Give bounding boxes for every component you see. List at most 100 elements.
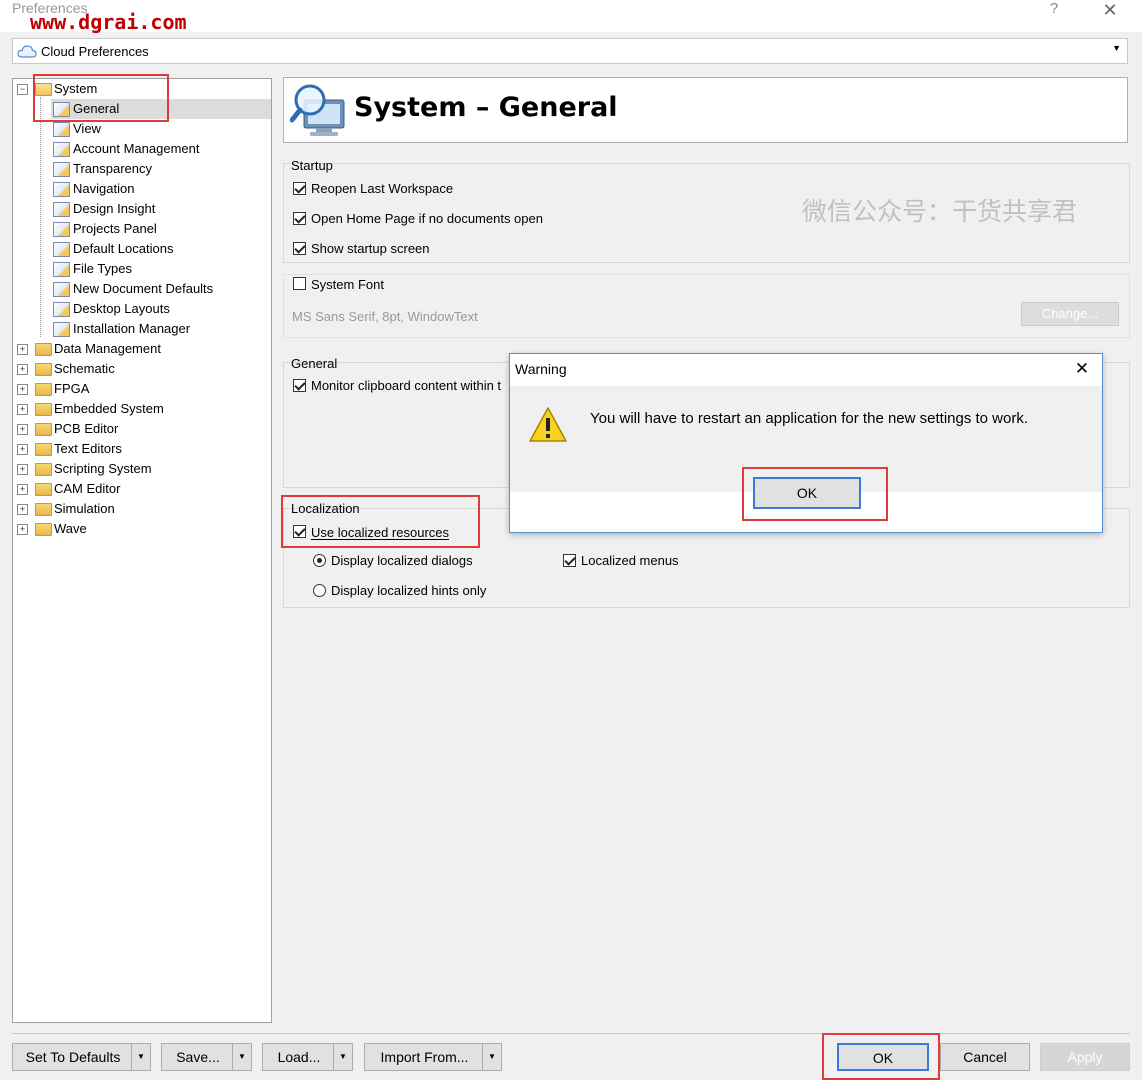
tree-item-label: Embedded System	[54, 401, 164, 416]
startup-option-label: Open Home Page if no documents open	[311, 211, 543, 226]
tree-item-label: Account Management	[73, 141, 200, 156]
watermark-url: www.dgrai.com	[30, 10, 187, 34]
settings-page-icon	[53, 122, 70, 137]
cloud-preferences-dropdown[interactable]: Cloud Preferences ▼	[12, 38, 1128, 64]
expand-icon[interactable]: +	[17, 404, 28, 415]
startup-option-label: Reopen Last Workspace	[311, 181, 454, 196]
folder-icon	[35, 463, 52, 476]
tree-item-schematic[interactable]: + Schematic	[17, 359, 267, 379]
cloud-icon	[17, 45, 37, 58]
tree-item-fpga[interactable]: + FPGA	[17, 379, 267, 399]
expand-icon[interactable]: +	[17, 484, 28, 495]
settings-page-icon	[53, 322, 70, 337]
display-localized-hints-radio[interactable]	[313, 584, 326, 597]
startup-option-checkbox[interactable]	[293, 212, 306, 225]
tree-item-system[interactable]: − System	[17, 79, 267, 99]
ok-button[interactable]: OK	[837, 1043, 929, 1071]
tree-item-installation-manager[interactable]: Installation Manager	[51, 319, 261, 339]
tree-item-label: System	[54, 81, 98, 96]
set-to-defaults-label: Set To Defaults	[25, 1049, 121, 1065]
dialog-ok-button[interactable]: OK	[753, 477, 861, 509]
monitor-clipboard-checkbox[interactable]	[293, 379, 306, 392]
settings-page-icon	[53, 142, 70, 157]
tree-item-navigation[interactable]: Navigation	[51, 179, 261, 199]
folder-icon	[35, 503, 52, 516]
tree-item-account-management[interactable]: Account Management	[51, 139, 261, 159]
tree-item-data-management[interactable]: + Data Management	[17, 339, 267, 359]
chevron-down-icon[interactable]: ▼	[1112, 43, 1121, 53]
system-font-value: MS Sans Serif, 8pt, WindowText	[292, 309, 478, 324]
title-bar: Preferences www.dgrai.com ? ✕	[0, 0, 1142, 34]
system-font-checkbox[interactable]	[293, 277, 306, 290]
tree-item-simulation[interactable]: + Simulation	[17, 499, 267, 519]
tree-item-label: FPGA	[54, 381, 90, 396]
apply-button[interactable]: Apply	[1040, 1043, 1130, 1071]
dropdown-arrow-icon[interactable]: ▼	[482, 1044, 501, 1070]
dropdown-arrow-icon[interactable]: ▼	[333, 1044, 352, 1070]
use-localized-resources-checkbox[interactable]	[293, 525, 306, 538]
load-label: Load...	[277, 1049, 321, 1065]
ok-label: OK	[872, 1050, 894, 1066]
window-close-button[interactable]: ✕	[1096, 0, 1124, 20]
tree-item-text-editors[interactable]: + Text Editors	[17, 439, 267, 459]
set-to-defaults-button[interactable]: Set To Defaults ▼	[12, 1043, 151, 1071]
tree-item-scripting-system[interactable]: + Scripting System	[17, 459, 267, 479]
warning-icon	[529, 407, 567, 442]
tree-item-desktop-layouts[interactable]: Desktop Layouts	[51, 299, 261, 319]
folder-icon	[35, 523, 52, 536]
expand-icon[interactable]: +	[17, 444, 28, 455]
change-font-button[interactable]: Change...	[1021, 302, 1119, 326]
tree-item-label: General	[73, 101, 120, 116]
tree-item-embedded-system[interactable]: + Embedded System	[17, 399, 267, 419]
expand-icon[interactable]: +	[17, 344, 28, 355]
tree-item-design-insight[interactable]: Design Insight	[51, 199, 261, 219]
tree-item-label: New Document Defaults	[73, 281, 214, 296]
expand-icon[interactable]: +	[17, 524, 28, 535]
tree-item-transparency[interactable]: Transparency	[51, 159, 261, 179]
folder-icon	[35, 363, 52, 376]
startup-option-checkbox[interactable]	[293, 182, 306, 195]
import-from-label: Import From...	[380, 1049, 469, 1065]
import-from-button[interactable]: Import From... ▼	[364, 1043, 502, 1071]
expand-icon[interactable]: +	[17, 424, 28, 435]
tree-item-new-document-defaults[interactable]: New Document Defaults	[51, 279, 261, 299]
expand-icon[interactable]: +	[17, 504, 28, 515]
expand-icon[interactable]: +	[17, 364, 28, 375]
collapse-icon[interactable]: −	[17, 84, 28, 95]
localized-menus-checkbox[interactable]	[563, 554, 576, 567]
tree-item-pcb-editor[interactable]: + PCB Editor	[17, 419, 267, 439]
tree-item-view[interactable]: View	[51, 119, 261, 139]
dialog-close-button[interactable]: ✕	[1072, 359, 1092, 379]
tree-item-wave[interactable]: + Wave	[17, 519, 267, 539]
use-localized-resources-label: Use localized resources	[311, 525, 450, 540]
dropdown-arrow-icon[interactable]: ▼	[232, 1044, 251, 1070]
display-localized-dialogs-radio[interactable]	[313, 554, 326, 567]
folder-icon	[35, 483, 52, 496]
localization-group-title: Localization	[291, 501, 360, 516]
display-localized-hints-label: Display localized hints only	[331, 583, 487, 598]
localized-menus-label: Localized menus	[581, 553, 679, 568]
tree-item-label: Default Locations	[73, 241, 174, 256]
preferences-tree[interactable]: − System General View Account Management Tr…	[12, 78, 272, 1023]
save-button[interactable]: Save... ▼	[161, 1043, 252, 1071]
expand-icon[interactable]: +	[17, 384, 28, 395]
load-button[interactable]: Load... ▼	[262, 1043, 353, 1071]
folder-icon	[35, 343, 52, 356]
expand-icon[interactable]: +	[17, 464, 28, 475]
tree-item-general[interactable]: General	[51, 99, 271, 119]
tree-item-default-locations[interactable]: Default Locations	[51, 239, 261, 259]
tree-item-label: Projects Panel	[73, 221, 157, 236]
tree-item-file-types[interactable]: File Types	[51, 259, 261, 279]
tree-item-projects-panel[interactable]: Projects Panel	[51, 219, 261, 239]
monitor-magnifier-icon	[290, 84, 345, 136]
system-font-group	[283, 274, 1130, 338]
folder-icon	[35, 383, 52, 396]
dropdown-arrow-icon[interactable]: ▼	[131, 1044, 150, 1070]
tree-item-label: Design Insight	[73, 201, 156, 216]
tree-item-cam-editor[interactable]: + CAM Editor	[17, 479, 267, 499]
settings-page-icon	[53, 302, 70, 317]
help-button[interactable]: ?	[1042, 0, 1066, 20]
dialog-title: Warning	[515, 361, 567, 377]
startup-option-checkbox[interactable]	[293, 242, 306, 255]
cancel-button[interactable]: Cancel	[940, 1043, 1030, 1071]
